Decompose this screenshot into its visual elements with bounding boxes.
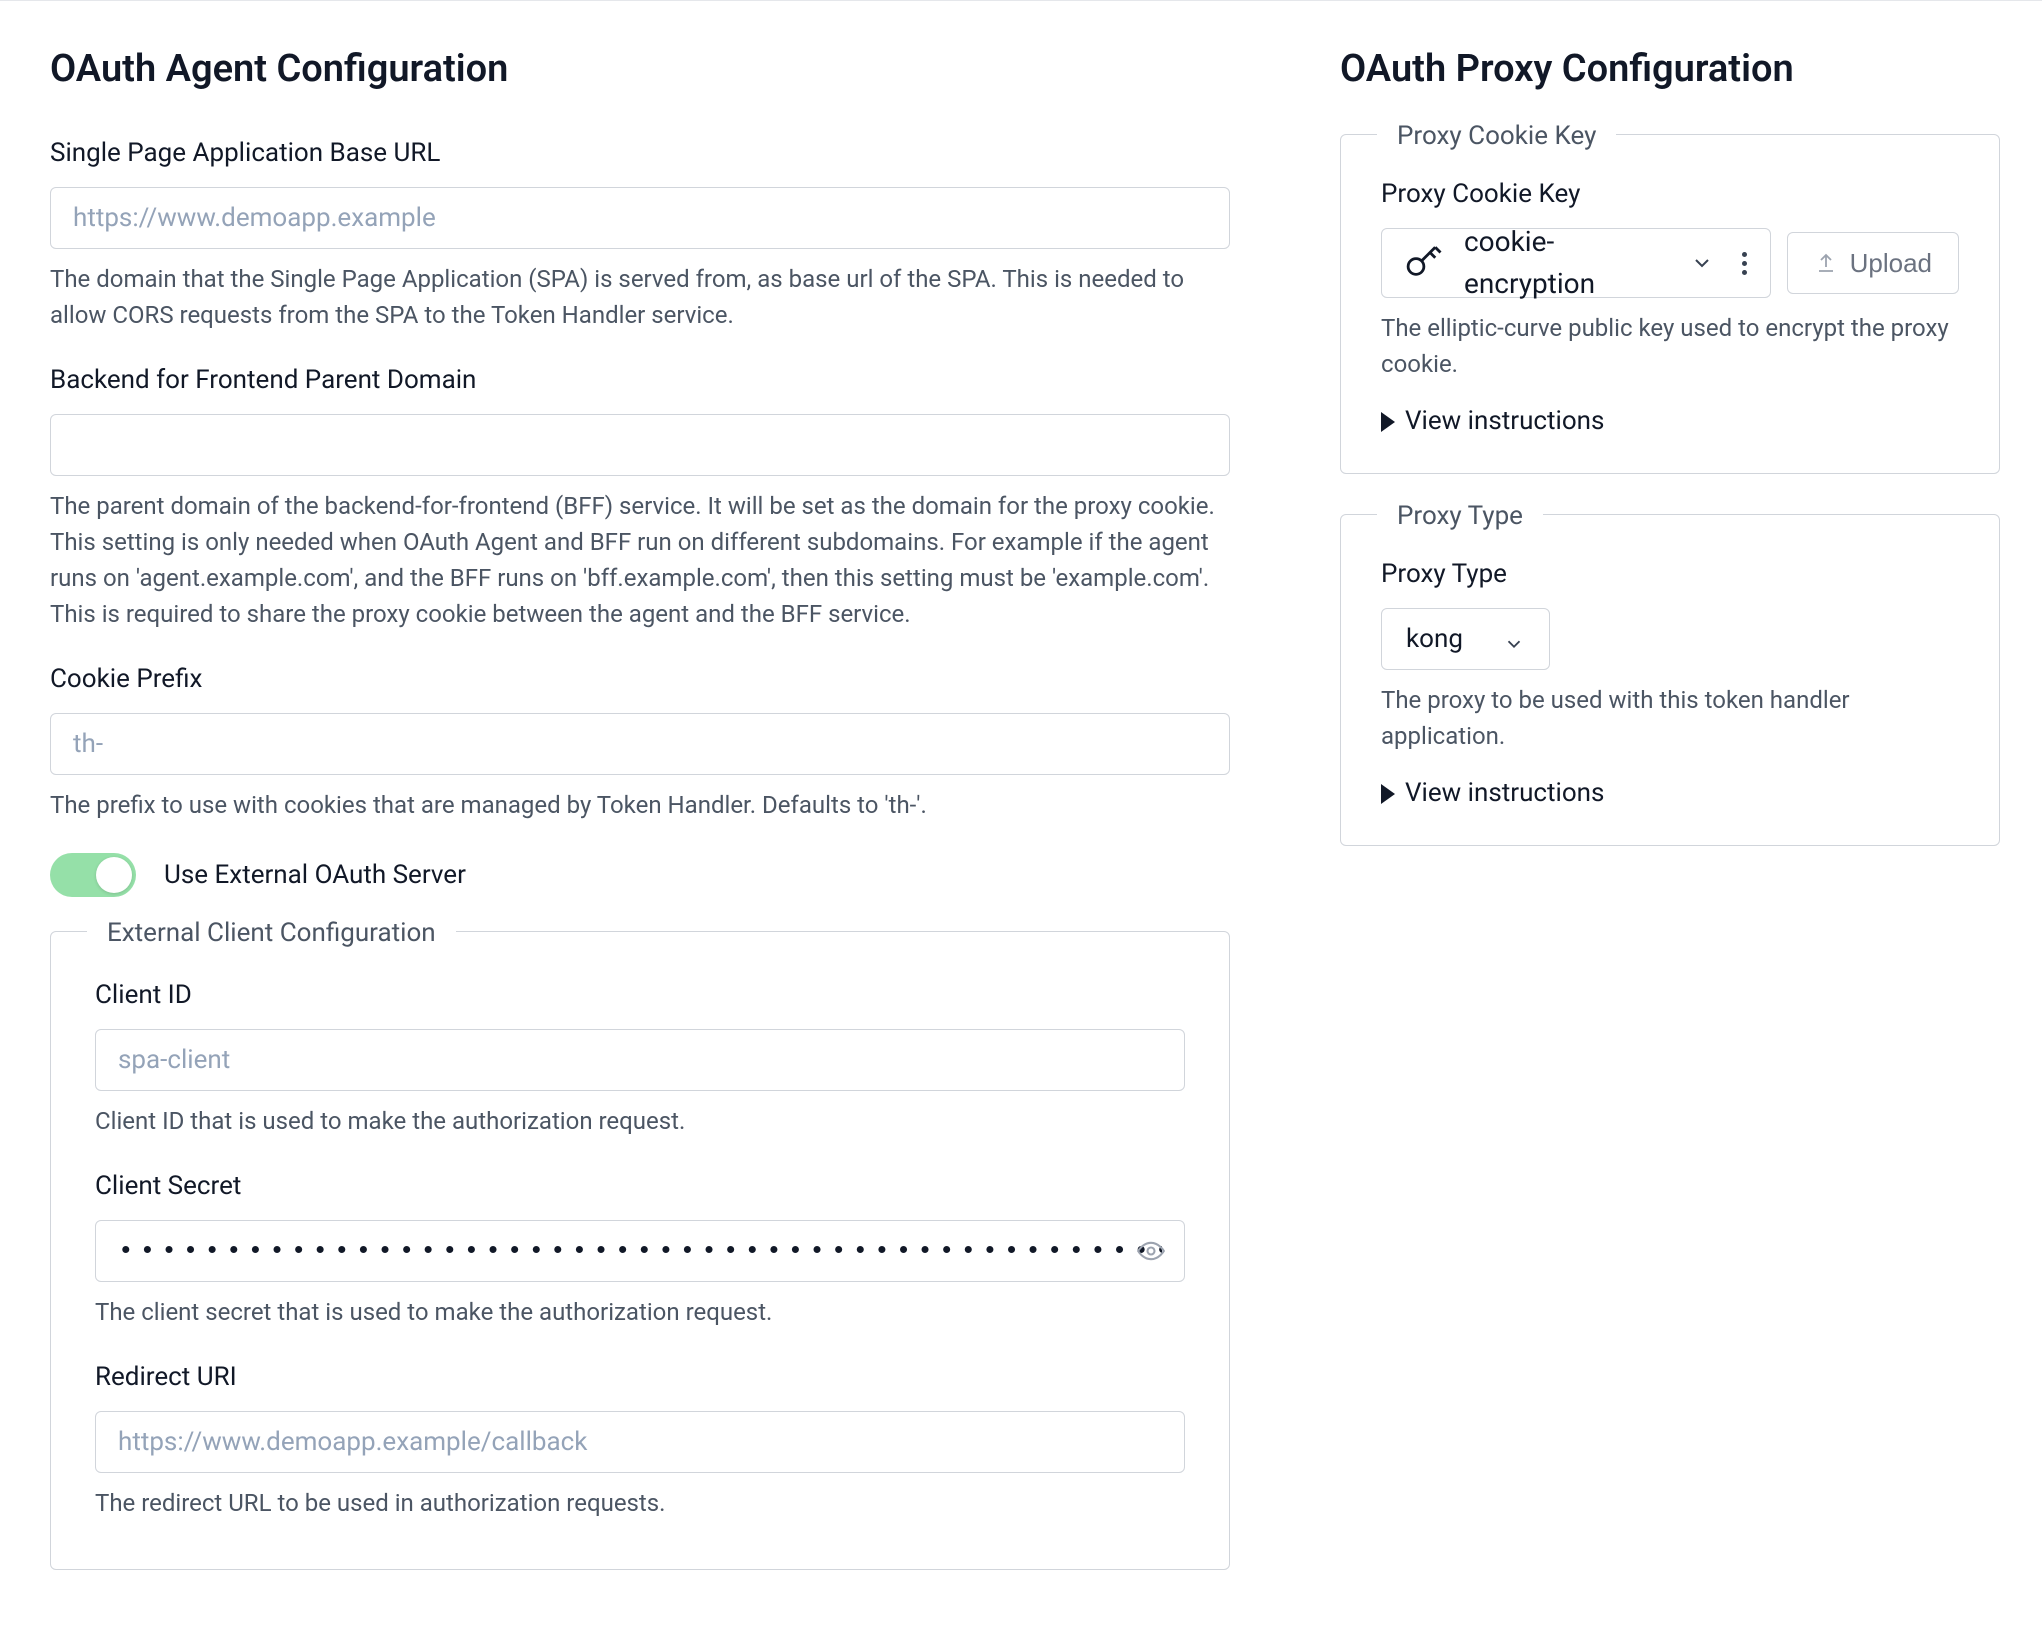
redirect-uri-field: Redirect URI The redirect URL to be used… <box>95 1358 1185 1521</box>
proxy-type-view-instructions[interactable]: View instructions <box>1381 774 1959 813</box>
chevron-down-icon <box>1503 628 1525 650</box>
client-id-input[interactable] <box>95 1029 1185 1091</box>
disclosure-triangle-icon <box>1381 412 1395 432</box>
kebab-menu-icon[interactable] <box>1742 252 1750 275</box>
redirect-uri-input[interactable] <box>95 1411 1185 1473</box>
proxy-type-label: Proxy Type <box>1381 555 1959 594</box>
bff-domain-help: The parent domain of the backend-for-fro… <box>50 488 1230 632</box>
upload-button[interactable]: Upload <box>1787 232 1959 294</box>
cookie-key-help: The elliptic-curve public key used to en… <box>1381 310 1959 382</box>
proxy-section-title: OAuth Proxy Configuration <box>1340 41 2000 98</box>
cookie-key-select[interactable]: cookie-encryption <box>1381 228 1771 298</box>
use-external-oauth-toggle[interactable] <box>50 853 136 897</box>
proxy-cookie-key-fieldset: Proxy Cookie Key Proxy Cookie Key cookie… <box>1340 134 2000 474</box>
client-secret-label: Client Secret <box>95 1167 1185 1206</box>
redirect-uri-label: Redirect URI <box>95 1358 1185 1397</box>
bff-domain-input[interactable] <box>50 414 1230 476</box>
agent-section-title: OAuth Agent Configuration <box>50 41 1230 98</box>
use-external-oauth-label: Use External OAuth Server <box>164 856 466 895</box>
client-secret-field: Client Secret The client secret that is … <box>95 1167 1185 1330</box>
cookie-prefix-help: The prefix to use with cookies that are … <box>50 787 1230 823</box>
view-instructions-label: View instructions <box>1405 774 1604 813</box>
key-icon <box>1402 242 1444 284</box>
proxy-type-selected: kong <box>1406 620 1463 659</box>
client-id-label: Client ID <box>95 976 1185 1015</box>
disclosure-triangle-icon <box>1381 784 1395 804</box>
proxy-cookie-key-label: Proxy Cookie Key <box>1381 175 1959 214</box>
view-instructions-label: View instructions <box>1405 402 1604 441</box>
cookie-prefix-label: Cookie Prefix <box>50 660 1230 699</box>
client-id-help: Client ID that is used to make the autho… <box>95 1103 1185 1139</box>
proxy-type-select[interactable]: kong <box>1381 608 1550 670</box>
cookie-prefix-input[interactable] <box>50 713 1230 775</box>
client-id-field: Client ID Client ID that is used to make… <box>95 976 1185 1139</box>
spa-url-label: Single Page Application Base URL <box>50 134 1230 173</box>
spa-url-field: Single Page Application Base URL The dom… <box>50 134 1230 333</box>
bff-domain-field: Backend for Frontend Parent Domain The p… <box>50 361 1230 632</box>
proxy-type-fieldset: Proxy Type Proxy Type kong The proxy to … <box>1340 514 2000 846</box>
external-client-legend: External Client Configuration <box>87 914 456 953</box>
client-secret-help: The client secret that is used to make t… <box>95 1294 1185 1330</box>
external-client-fieldset: External Client Configuration Client ID … <box>50 931 1230 1570</box>
proxy-type-help: The proxy to be used with this token han… <box>1381 682 1959 754</box>
chevron-down-icon <box>1690 251 1714 275</box>
cookie-prefix-field: Cookie Prefix The prefix to use with coo… <box>50 660 1230 823</box>
proxy-cookie-key-legend: Proxy Cookie Key <box>1377 117 1616 156</box>
spa-url-input[interactable] <box>50 187 1230 249</box>
bff-domain-label: Backend for Frontend Parent Domain <box>50 361 1230 400</box>
upload-button-label: Upload <box>1850 248 1932 279</box>
toggle-knob <box>96 857 132 893</box>
eye-icon[interactable] <box>1137 1237 1165 1265</box>
proxy-type-legend: Proxy Type <box>1377 497 1543 536</box>
spa-url-help: The domain that the Single Page Applicat… <box>50 261 1230 333</box>
redirect-uri-help: The redirect URL to be used in authoriza… <box>95 1485 1185 1521</box>
cookie-key-selected: cookie-encryption <box>1464 221 1670 305</box>
client-secret-input[interactable] <box>95 1220 1185 1282</box>
cookie-key-view-instructions[interactable]: View instructions <box>1381 402 1959 441</box>
